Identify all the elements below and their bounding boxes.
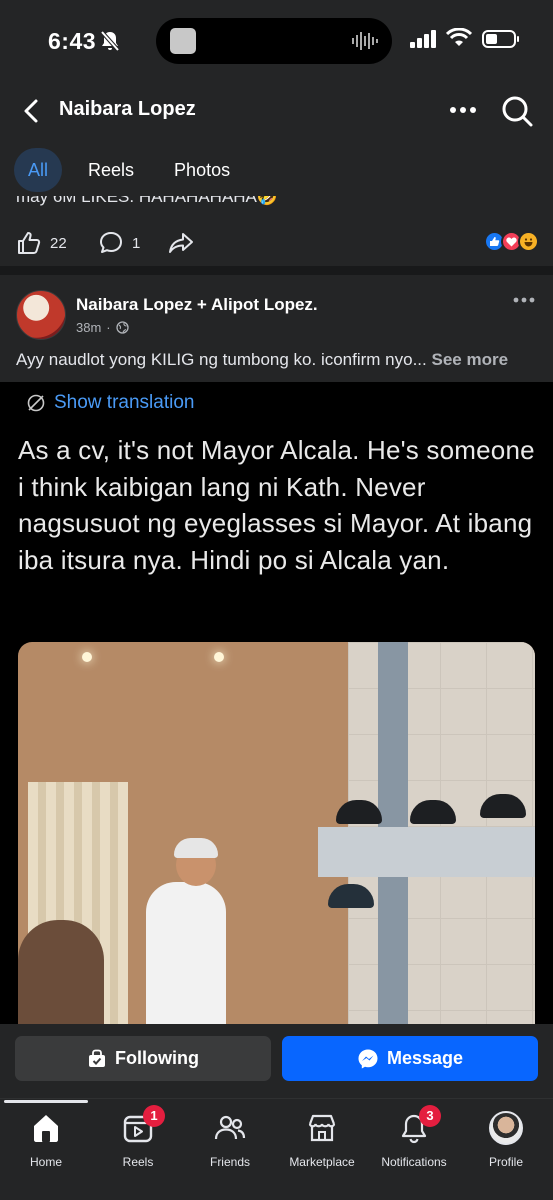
friends-icon bbox=[214, 1115, 246, 1140]
post-time[interactable]: 38m bbox=[76, 320, 101, 335]
now-playing-thumbnail bbox=[170, 28, 196, 54]
nav-marketplace[interactable]: Marketplace bbox=[276, 1111, 368, 1169]
share-icon bbox=[169, 233, 193, 253]
search-icon[interactable] bbox=[500, 94, 534, 128]
more-options-icon[interactable] bbox=[448, 100, 478, 120]
comment-count: 1 bbox=[132, 234, 141, 252]
audio-wave-icon bbox=[352, 32, 378, 50]
nav-label-friends: Friends bbox=[209, 1155, 250, 1169]
profile-header: Naibara Lopez bbox=[0, 82, 553, 140]
post-caption-text: Ayy naudlot yong KILIG ng tumbong ko. ic… bbox=[16, 350, 427, 369]
public-globe-icon bbox=[115, 321, 129, 334]
translate-icon bbox=[27, 394, 45, 412]
nav-profile[interactable]: Profile bbox=[460, 1111, 552, 1169]
photo-ceiling-light bbox=[214, 652, 224, 662]
comment-button[interactable]: 1 bbox=[98, 230, 140, 256]
nav-reels[interactable]: 1 Reels bbox=[92, 1105, 184, 1169]
nav-home[interactable]: Home bbox=[0, 1111, 92, 1169]
nav-notifications[interactable]: 3 Notifications bbox=[368, 1105, 460, 1169]
photo-shelf bbox=[318, 827, 535, 877]
nav-label-home: Home bbox=[29, 1155, 62, 1169]
share-button[interactable] bbox=[168, 230, 202, 256]
feed-divider bbox=[0, 266, 553, 275]
previous-post-text-content: may 6M LIKES. HAHAHAHAHA🤣 bbox=[16, 196, 279, 206]
bell-off-icon bbox=[100, 30, 120, 52]
previous-post-text: may 6M LIKES. HAHAHAHAHA🤣 bbox=[16, 196, 536, 218]
author-avatar[interactable] bbox=[16, 290, 66, 340]
status-time: 6:43 bbox=[48, 28, 97, 54]
back-arrow-icon[interactable] bbox=[18, 96, 46, 126]
like-button[interactable]: 22 bbox=[16, 230, 67, 256]
post-caption: Ayy naudlot yong KILIG ng tumbong ko. ic… bbox=[16, 350, 540, 370]
previous-post-actions: 22 1 bbox=[0, 226, 553, 260]
post-header: Naibara Lopez + Alipot Lopez. 38m · bbox=[0, 288, 553, 348]
photo-woman bbox=[18, 920, 104, 1024]
marketplace-icon bbox=[308, 1114, 336, 1142]
following-check-icon bbox=[89, 1049, 105, 1067]
following-label: Following bbox=[115, 1048, 199, 1068]
wifi-icon bbox=[446, 28, 472, 46]
dynamic-island bbox=[156, 18, 392, 64]
tab-photos[interactable]: Photos bbox=[160, 148, 244, 192]
meta-separator: · bbox=[106, 320, 111, 335]
following-button[interactable]: Following bbox=[15, 1036, 271, 1081]
nav-label-profile: Profile bbox=[488, 1155, 523, 1169]
nav-label-notifications: Notifications bbox=[381, 1155, 447, 1169]
profile-avatar bbox=[489, 1111, 523, 1145]
notifications-badge: 3 bbox=[419, 1105, 441, 1127]
nav-friends[interactable]: Friends bbox=[184, 1111, 276, 1169]
post-image[interactable]: Show translation As a cv, it's not Mayor… bbox=[0, 382, 553, 1024]
see-more-link[interactable]: See more bbox=[431, 350, 508, 369]
reaction-summary[interactable] bbox=[484, 231, 539, 252]
nav-label-marketplace: Marketplace bbox=[289, 1155, 355, 1169]
profile-actions-bar: Following Message bbox=[0, 1024, 553, 1098]
message-label: Message bbox=[386, 1048, 464, 1068]
post-author[interactable]: Naibara Lopez + Alipot Lopez. bbox=[76, 295, 318, 315]
show-translation-link: Show translation bbox=[26, 392, 194, 414]
nav-label-reels: Reels bbox=[122, 1155, 154, 1169]
haha-reaction-icon bbox=[518, 231, 539, 252]
message-button[interactable]: Message bbox=[282, 1036, 538, 1081]
photo-person bbox=[146, 882, 226, 1024]
photo-person-cap bbox=[174, 838, 218, 858]
bottom-navigation: Home 1 Reels Friends Marketplace 3 Notif… bbox=[0, 1098, 553, 1200]
battery-icon bbox=[482, 30, 519, 48]
quoted-comment: As a cv, it's not Mayor Alcala. He's som… bbox=[18, 435, 535, 575]
active-tab-indicator bbox=[4, 1100, 88, 1103]
tab-reels[interactable]: Reels bbox=[74, 148, 148, 192]
thumbs-up-icon bbox=[18, 232, 41, 254]
reels-badge: 1 bbox=[143, 1105, 165, 1127]
home-icon bbox=[34, 1115, 58, 1142]
tab-all[interactable]: All bbox=[14, 148, 63, 192]
post-meta: 38m · bbox=[76, 320, 129, 335]
comment-icon bbox=[100, 232, 122, 253]
profile-tabs: All Reels Photos bbox=[14, 148, 256, 192]
embedded-photo bbox=[18, 642, 535, 1024]
status-bar: 6:43 bbox=[0, 0, 553, 82]
post-more-options-icon[interactable] bbox=[513, 296, 535, 304]
show-translation-text: Show translation bbox=[54, 392, 195, 413]
messenger-icon bbox=[358, 1049, 378, 1068]
cellular-signal-icon bbox=[410, 30, 436, 48]
like-count: 22 bbox=[50, 234, 67, 252]
photo-ceiling-light bbox=[82, 652, 92, 662]
page-title: Naibara Lopez bbox=[59, 98, 196, 120]
